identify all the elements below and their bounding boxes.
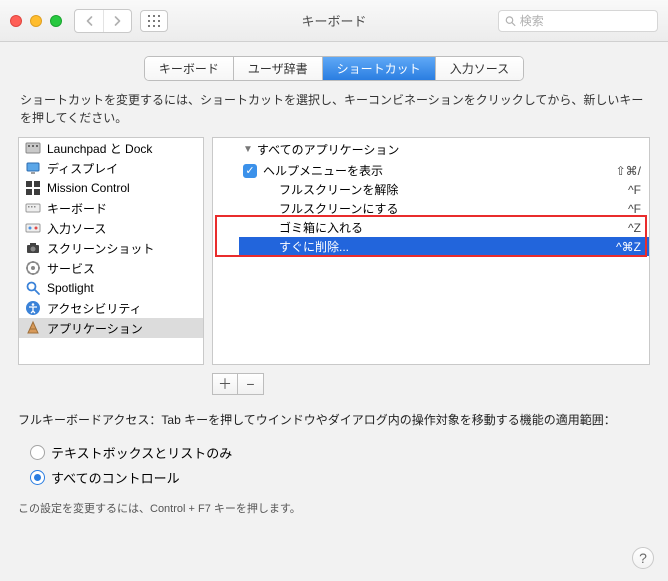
tab-keyboard[interactable]: キーボード: [145, 57, 233, 80]
category-label: Spotlight: [47, 281, 94, 295]
shortcut-label: フルスクリーンにする: [279, 200, 628, 217]
shortcut-row[interactable]: すぐに削除... ^⌘Z: [239, 237, 649, 256]
radio-all-controls[interactable]: すべてのコントロール: [30, 465, 638, 490]
full-keyboard-access-label: フルキーボードアクセス：Tab キーを押してウインドウやダイアログ内の操作対象を…: [0, 395, 668, 434]
tab-user-dictionary[interactable]: ユーザ辞書: [233, 57, 322, 80]
shortcut-key[interactable]: ^Z: [628, 221, 641, 235]
category-spotlight[interactable]: Spotlight: [19, 278, 203, 298]
shortcut-label: すぐに削除...: [279, 238, 616, 255]
search-icon: [505, 15, 516, 27]
titlebar: キーボード: [0, 0, 668, 42]
zoom-window-button[interactable]: [50, 15, 62, 27]
shortcut-key[interactable]: ^F: [628, 202, 641, 216]
radio-button[interactable]: [30, 470, 45, 485]
category-keyboard[interactable]: キーボード: [19, 198, 203, 218]
category-screenshots[interactable]: スクリーンショット: [19, 238, 203, 258]
category-applications[interactable]: アプリケーション: [19, 318, 203, 338]
search-input[interactable]: [520, 14, 651, 28]
close-window-button[interactable]: [10, 15, 22, 27]
shortcut-row[interactable]: ゴミ箱に入れる ^Z: [239, 218, 649, 237]
shortcut-key[interactable]: ^⌘Z: [616, 240, 641, 254]
spotlight-icon: [25, 280, 41, 296]
category-label: 入力ソース: [47, 220, 106, 237]
forward-button[interactable]: [103, 10, 131, 32]
show-all-button[interactable]: [140, 10, 168, 32]
shortcut-key[interactable]: ^F: [628, 183, 641, 197]
tree-group-all-applications[interactable]: ▼ すべてのアプリケーション: [213, 138, 649, 161]
category-label: ディスプレイ: [47, 160, 118, 177]
keyboard-access-note: この設定を変更するには、Control + F7 キーを押します。: [0, 496, 668, 520]
launchpad-icon: [25, 140, 41, 156]
shortcut-row[interactable]: ✓ ヘルプメニューを表示 ⇧⌘/: [239, 161, 649, 180]
grid-icon: [148, 15, 160, 27]
radio-label: すべてのコントロール: [51, 468, 180, 487]
mission-control-icon: [25, 180, 41, 196]
category-label: スクリーンショット: [47, 240, 154, 257]
remove-button[interactable]: −: [238, 373, 264, 395]
input-sources-icon: [25, 220, 41, 236]
applications-icon: [25, 320, 41, 336]
add-button[interactable]: ＋: [212, 373, 238, 395]
keyboard-icon: [25, 200, 41, 216]
category-input-sources[interactable]: 入力ソース: [19, 218, 203, 238]
radio-label: テキストボックスとリストのみ: [51, 443, 232, 462]
category-label: キーボード: [47, 200, 107, 217]
minimize-window-button[interactable]: [30, 15, 42, 27]
radio-button[interactable]: [30, 445, 45, 460]
category-accessibility[interactable]: アクセシビリティ: [19, 298, 203, 318]
services-icon: [25, 260, 41, 276]
back-button[interactable]: [75, 10, 103, 32]
shortcut-checkbox[interactable]: ✓: [243, 164, 257, 178]
shortcut-key[interactable]: ⇧⌘/: [616, 164, 641, 178]
category-launchpad-dock[interactable]: Launchpad と Dock: [19, 138, 203, 158]
category-services[interactable]: サービス: [19, 258, 203, 278]
shortcut-row[interactable]: フルスクリーンにする ^F: [239, 199, 649, 218]
category-mission-control[interactable]: Mission Control: [19, 178, 203, 198]
window-controls: [10, 15, 62, 27]
category-list[interactable]: Launchpad と Dock ディスプレイ Mission Control …: [18, 137, 204, 365]
radio-text-lists-only[interactable]: テキストボックスとリストのみ: [30, 440, 638, 465]
category-label: アクセシビリティ: [47, 300, 142, 317]
disclosure-triangle-icon[interactable]: ▼: [243, 144, 253, 155]
accessibility-icon: [25, 300, 41, 316]
nav-back-forward: [74, 9, 132, 33]
category-display[interactable]: ディスプレイ: [19, 158, 203, 178]
help-button[interactable]: ?: [632, 547, 654, 569]
category-label: サービス: [47, 260, 95, 277]
shortcut-row[interactable]: フルスクリーンを解除 ^F: [239, 180, 649, 199]
tab-shortcuts[interactable]: ショートカット: [322, 57, 435, 80]
shortcut-label: ヘルプメニューを表示: [263, 162, 616, 179]
full-keyboard-access-options: テキストボックスとリストのみ すべてのコントロール: [0, 434, 668, 496]
tree-group-label: すべてのアプリケーション: [257, 141, 399, 158]
search-field[interactable]: [498, 10, 658, 32]
tab-input-sources[interactable]: 入力ソース: [435, 57, 523, 80]
window-title: キーボード: [301, 11, 366, 30]
shortcuts-tree[interactable]: ▼ すべてのアプリケーション ✓ ヘルプメニューを表示 ⇧⌘/ フルスクリーンを…: [212, 137, 650, 365]
display-icon: [25, 160, 41, 176]
instruction-text: ショートカットを変更するには、ショートカットを選択し、キーコンビネーションをクリ…: [0, 91, 668, 137]
category-label: アプリケーション: [47, 320, 143, 337]
category-label: Launchpad と Dock: [47, 140, 152, 157]
category-label: Mission Control: [47, 181, 130, 195]
add-remove-controls: ＋ −: [212, 373, 668, 395]
shortcut-label: ゴミ箱に入れる: [279, 219, 628, 236]
screenshot-icon: [25, 240, 41, 256]
tab-bar: キーボード ユーザ辞書 ショートカット 入力ソース: [0, 42, 668, 91]
shortcut-label: フルスクリーンを解除: [279, 181, 628, 198]
